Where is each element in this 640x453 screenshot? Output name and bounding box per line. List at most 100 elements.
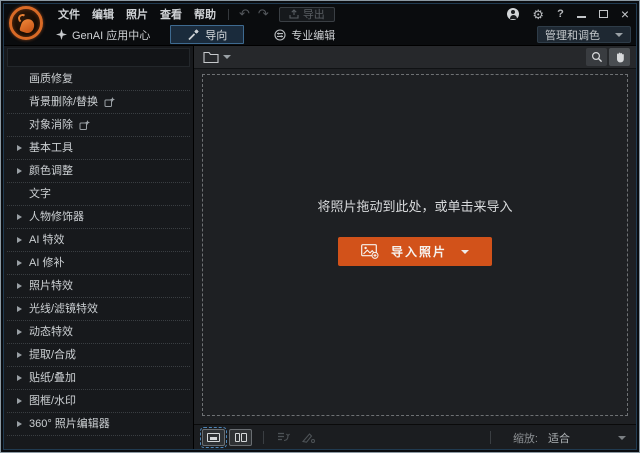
sidebar-item[interactable]: 贴纸/叠加	[7, 367, 190, 390]
single-view-icon	[207, 432, 220, 442]
toolbar-right-group	[586, 48, 630, 66]
title-bar: 文件 编辑 照片 查看 帮助 ↶ ↷ 导出 ⚙ ? ×	[4, 4, 636, 40]
copy-adjustments-icon[interactable]	[277, 431, 290, 443]
manage-color-label: 管理和调色	[545, 29, 600, 42]
expand-caret-icon	[17, 214, 22, 220]
sidebar-item[interactable]: 画质修复	[7, 68, 190, 91]
tab-guided-label: 导向	[205, 29, 228, 42]
expand-caret-icon	[17, 375, 22, 381]
expand-caret-icon	[17, 260, 22, 266]
sidebar-item-label: 文字	[29, 188, 51, 200]
import-photos-button[interactable]: 导入照片	[338, 237, 492, 266]
sidebar-item[interactable]: AI 特效	[7, 229, 190, 252]
main-panel: 将照片拖动到此处，或单击来导入 导入照片 缩放: 适合	[194, 46, 636, 449]
help-icon[interactable]: ?	[557, 8, 564, 20]
expand-caret-icon	[17, 237, 22, 243]
tab-guided[interactable]: 导向	[170, 25, 245, 44]
minimize-button[interactable]	[576, 16, 586, 18]
window-controls: ⚙ ? ×	[507, 4, 629, 24]
sidebar-item[interactable]: 图框/水印	[7, 390, 190, 413]
ai-edit-badge-icon	[104, 96, 116, 107]
sidebar-item-label: AI 特效	[29, 234, 65, 246]
sidebar-item-label: 画质修复	[29, 73, 73, 85]
menu-item[interactable]: 查看	[154, 4, 188, 24]
expand-caret-icon	[17, 421, 22, 427]
expand-caret-icon	[17, 329, 22, 335]
ai-edit-badge-icon	[79, 119, 90, 130]
settings-gear-icon[interactable]: ⚙	[532, 8, 544, 21]
export-button[interactable]: 导出	[278, 6, 335, 22]
maximize-button[interactable]	[598, 10, 608, 18]
manage-color-dropdown[interactable]: 管理和调色	[537, 26, 631, 43]
tools-sidebar: 画质修复背景删除/替换 对象消除 基本工具颜色调整文字人物修饰器 AI 特效 AI …	[4, 46, 194, 449]
tab-pro-edit[interactable]: 专业编辑	[274, 27, 335, 43]
sidebar-item[interactable]: 基本工具	[7, 137, 190, 160]
sidebar-item[interactable]: 360° 照片编辑器	[7, 413, 190, 436]
divider	[263, 430, 264, 444]
sidebar-item[interactable]: 对象消除	[7, 114, 190, 137]
sidebar-item[interactable]: 照片特效	[7, 275, 190, 298]
compare-view-button[interactable]	[229, 428, 252, 446]
genai-hub-button[interactable]: GenAI 应用中心	[50, 27, 156, 43]
sidebar-item-label: 光线/滤镜特效	[29, 303, 99, 315]
sidebar-item[interactable]: 文字	[7, 183, 190, 206]
sidebar-item-label: AI 修补	[29, 257, 65, 269]
divider	[228, 8, 229, 20]
chevron-down-icon	[618, 435, 626, 440]
expand-caret-icon	[17, 306, 22, 312]
export-label: 导出	[302, 9, 325, 21]
mode-bar: GenAI 应用中心 导向 专业编辑 管理和调色	[4, 24, 636, 45]
sidebar-item[interactable]: 动态特效	[7, 321, 190, 344]
pen-tool-icon[interactable]	[302, 431, 315, 443]
expand-caret-icon	[17, 352, 22, 358]
sidebar-item[interactable]: 颜色调整	[7, 160, 190, 183]
genai-hub-label: GenAI 应用中心	[72, 29, 151, 42]
content-area: 画质修复背景删除/替换 对象消除 基本工具颜色调整文字人物修饰器 AI 特效 AI …	[4, 45, 636, 449]
sidebar-item[interactable]: 提取/合成	[7, 344, 190, 367]
menu-item[interactable]: 文件	[52, 4, 86, 24]
sidebar-item[interactable]: AI 修补	[7, 252, 190, 275]
split-view-icon	[234, 432, 247, 442]
import-photos-label: 导入照片	[390, 245, 447, 259]
menu-item[interactable]: 照片	[120, 4, 154, 24]
zoom-control[interactable]: 缩放: 适合	[513, 425, 626, 450]
zoom-tool-button[interactable]	[586, 48, 607, 66]
sidebar-item-label: 动态特效	[29, 326, 73, 338]
redo-icon[interactable]: ↷	[254, 5, 273, 23]
upload-icon	[289, 9, 299, 19]
menu-item[interactable]: 帮助	[188, 4, 222, 24]
status-bar: 缩放: 适合	[194, 424, 636, 449]
import-dropzone[interactable]: 将照片拖动到此处，或单击来导入 导入照片	[202, 74, 628, 416]
sidebar-item[interactable]: 光线/滤镜特效	[7, 298, 190, 321]
sidebar-item[interactable]: 背景删除/替换	[7, 91, 190, 114]
expand-caret-icon	[17, 145, 22, 151]
sidebar-item-label: 背景删除/替换	[29, 96, 99, 108]
app-logo-icon	[9, 6, 43, 40]
undo-icon[interactable]: ↶	[235, 5, 254, 23]
app-frame: 文件 编辑 照片 查看 帮助 ↶ ↷ 导出 ⚙ ? × GenAI 应用中心 导…	[3, 3, 637, 450]
sidebar-item-label: 360° 照片编辑器	[29, 418, 110, 430]
menu-item[interactable]: 编辑	[86, 4, 120, 24]
expand-caret-icon	[17, 398, 22, 404]
expand-caret-icon	[17, 168, 22, 174]
photo-canvas: 将照片拖动到此处，或单击来导入 导入照片	[194, 69, 636, 424]
divider	[490, 431, 491, 444]
menu-bar: 文件 编辑 照片 查看 帮助	[52, 4, 222, 24]
main-toolbar	[194, 46, 636, 69]
sidebar-item-label: 照片特效	[29, 280, 73, 292]
sparkle-icon	[56, 29, 67, 40]
pan-tool-button[interactable]	[609, 48, 630, 66]
adjustment-dial-icon	[274, 28, 286, 41]
sidebar-item-label: 颜色调整	[29, 165, 73, 177]
sidebar-item-label: 基本工具	[29, 142, 73, 154]
account-icon[interactable]	[507, 8, 520, 20]
close-button[interactable]: ×	[621, 7, 629, 21]
single-view-button[interactable]	[200, 426, 227, 448]
sidebar-item-label: 提取/合成	[29, 349, 77, 361]
folder-icon	[203, 51, 219, 63]
sidebar-item-label: 图框/水印	[29, 395, 77, 407]
tab-pro-edit-label: 专业编辑	[291, 29, 336, 42]
zoom-label: 缩放:	[512, 432, 538, 445]
open-folder-dropdown[interactable]	[200, 49, 234, 65]
sidebar-item[interactable]: 人物修饰器	[7, 206, 190, 229]
